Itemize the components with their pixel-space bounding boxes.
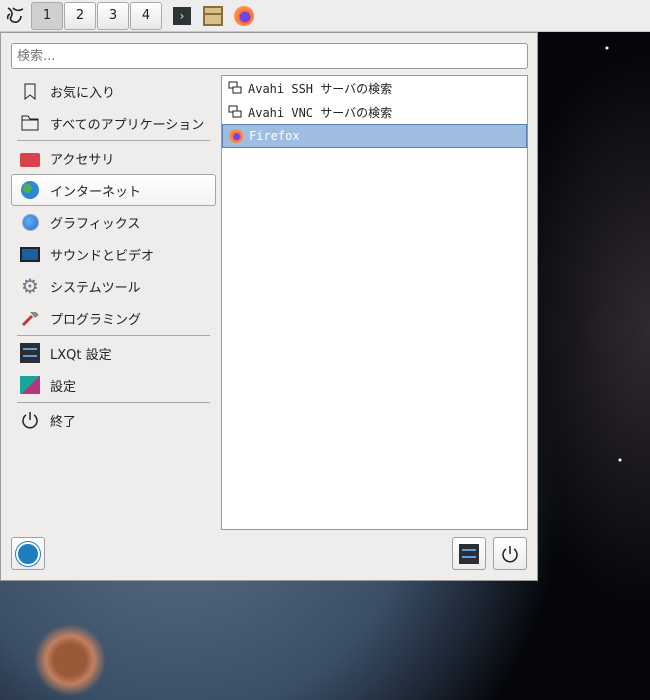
app-label: Avahi VNC サーバの検索 bbox=[248, 105, 393, 120]
terminal-icon[interactable]: › bbox=[171, 5, 193, 27]
taskbar: 1 2 3 4 › bbox=[0, 0, 650, 32]
category-label: アクセサリ bbox=[50, 152, 115, 168]
divider bbox=[17, 335, 210, 336]
toolbox-icon bbox=[20, 148, 40, 168]
category-list: お気に入り すべてのアプリケーション アクセサリ インターネット グラフィックス… bbox=[11, 75, 216, 436]
lxqt-settings-button[interactable] bbox=[452, 537, 486, 570]
network-icon bbox=[228, 81, 242, 94]
category-system-tools[interactable]: ⚙ システムツール bbox=[11, 270, 216, 302]
category-label: お気に入り bbox=[50, 85, 116, 101]
desktop-2-button[interactable]: 2 bbox=[64, 1, 96, 30]
firefox-icon[interactable] bbox=[233, 5, 255, 27]
application-menu: お気に入り すべてのアプリケーション アクセサリ インターネット グラフィックス… bbox=[0, 32, 538, 581]
category-leave[interactable]: 終了 bbox=[11, 404, 216, 436]
desktop-label: 1 bbox=[42, 8, 52, 23]
app-label: Avahi SSH サーバの検索 bbox=[248, 81, 393, 96]
category-internet[interactable]: インターネット bbox=[11, 174, 216, 206]
category-label: 終了 bbox=[50, 414, 77, 430]
category-accessories[interactable]: アクセサリ bbox=[11, 142, 216, 174]
graphics-icon bbox=[20, 212, 40, 232]
category-graphics[interactable]: グラフィックス bbox=[11, 206, 216, 238]
file-manager-icon[interactable] bbox=[202, 5, 224, 27]
hammer-icon bbox=[20, 308, 40, 328]
power-icon bbox=[20, 410, 40, 430]
lxqt-settings-icon bbox=[20, 343, 40, 363]
monitor-play-icon bbox=[20, 244, 40, 264]
network-icon bbox=[228, 105, 242, 118]
app-label: Firefox bbox=[249, 129, 300, 143]
power-button[interactable] bbox=[493, 537, 527, 570]
application-list: Avahi SSH サーバの検索 Avahi VNC サーバの検索 Firefo… bbox=[221, 75, 528, 530]
desktop-label: 2 bbox=[75, 8, 85, 23]
about-lxqt-button[interactable] bbox=[11, 537, 45, 570]
category-favorites[interactable]: お気に入り bbox=[11, 75, 216, 107]
gear-icon: ⚙ bbox=[21, 274, 39, 298]
lxqt-settings-icon bbox=[459, 543, 479, 564]
category-label: インターネット bbox=[50, 184, 142, 200]
app-avahi-ssh[interactable]: Avahi SSH サーバの検索 bbox=[222, 76, 527, 100]
lxqt-main-menu-icon[interactable] bbox=[4, 5, 26, 27]
folder-icon bbox=[20, 113, 40, 133]
category-label: サウンドとビデオ bbox=[50, 248, 155, 264]
category-label: すべてのアプリケーション bbox=[50, 117, 205, 133]
power-icon bbox=[502, 545, 518, 562]
desktop-label: 4 bbox=[141, 8, 151, 23]
desktop-1-button[interactable]: 1 bbox=[31, 1, 63, 30]
category-sound-video[interactable]: サウンドとビデオ bbox=[11, 238, 216, 270]
globe-icon bbox=[20, 180, 40, 200]
desktop-label: 3 bbox=[108, 8, 118, 23]
app-avahi-vnc[interactable]: Avahi VNC サーバの検索 bbox=[222, 100, 527, 124]
desktop-3-button[interactable]: 3 bbox=[97, 1, 129, 30]
category-label: 設定 bbox=[50, 379, 77, 395]
app-firefox[interactable]: Firefox bbox=[222, 124, 527, 148]
divider bbox=[17, 402, 210, 403]
category-all-applications[interactable]: すべてのアプリケーション bbox=[11, 107, 216, 139]
lxqt-logo-icon bbox=[16, 541, 40, 566]
category-lxqt-settings[interactable]: LXQt 設定 bbox=[11, 337, 216, 369]
category-label: システムツール bbox=[50, 280, 141, 296]
settings-icon bbox=[20, 375, 40, 395]
category-programming[interactable]: プログラミング bbox=[11, 302, 216, 334]
search-input[interactable] bbox=[11, 43, 528, 69]
category-label: プログラミング bbox=[50, 312, 142, 328]
bookmark-icon bbox=[20, 81, 40, 101]
desktop-4-button[interactable]: 4 bbox=[130, 1, 162, 30]
category-label: グラフィックス bbox=[50, 216, 141, 232]
category-settings[interactable]: 設定 bbox=[11, 369, 216, 401]
firefox-icon bbox=[229, 129, 243, 143]
divider bbox=[17, 140, 210, 141]
category-label: LXQt 設定 bbox=[50, 347, 112, 363]
